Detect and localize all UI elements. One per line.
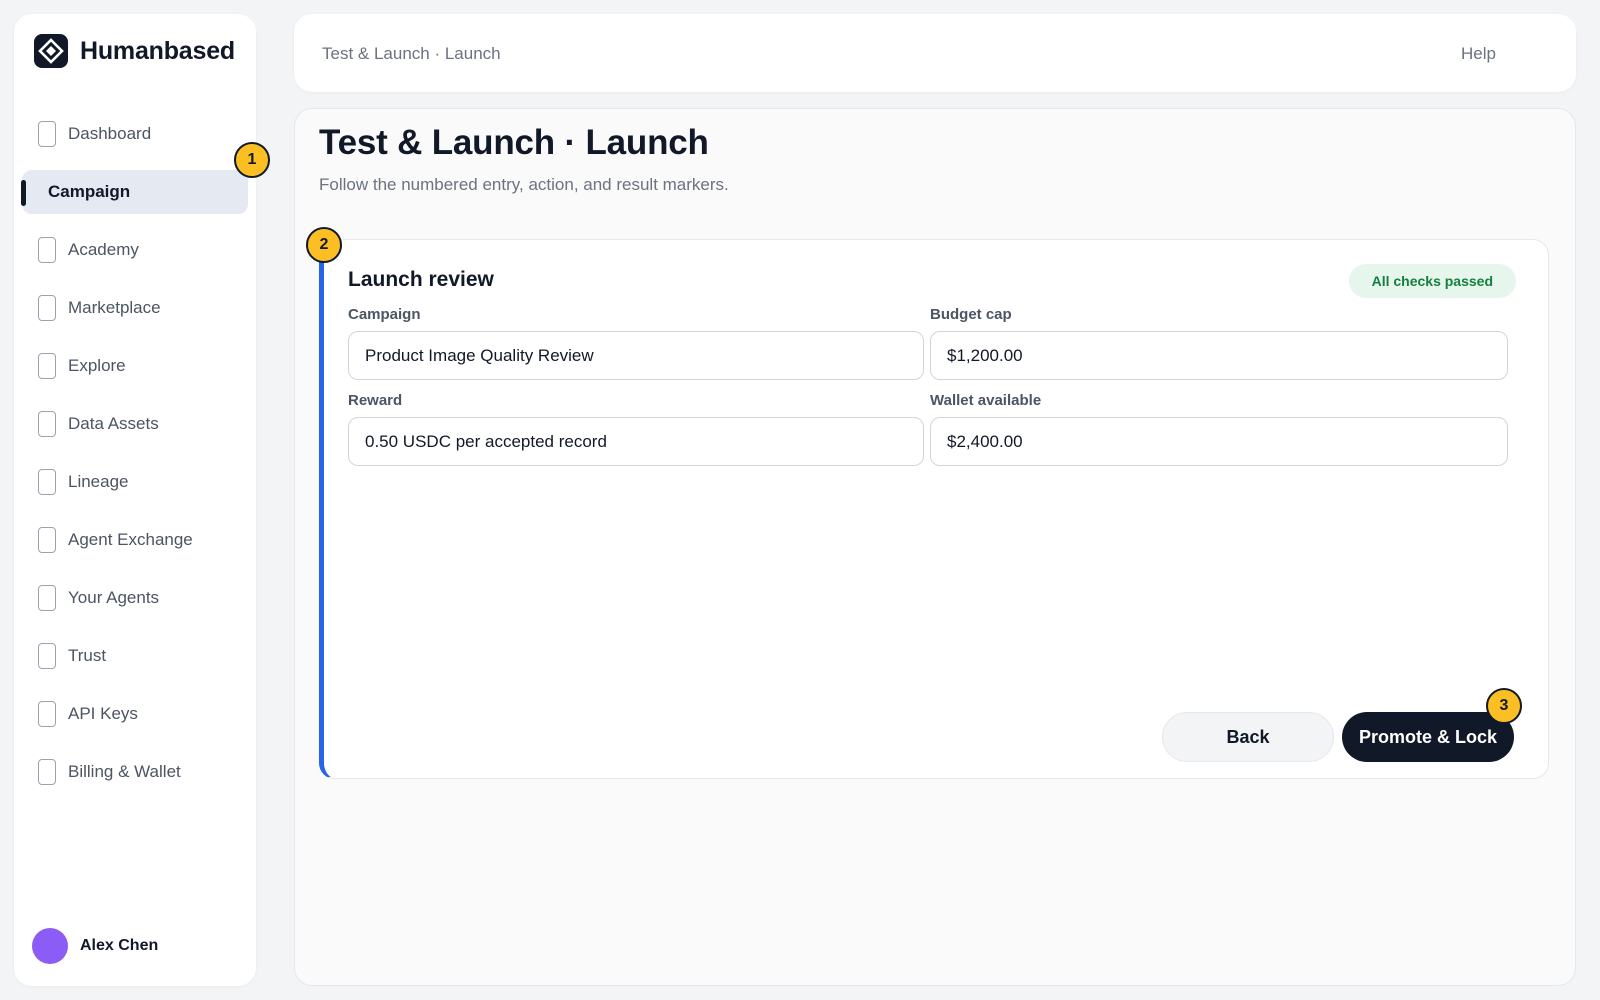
reward-label: Reward	[348, 392, 403, 409]
status-badge: All checks passed	[1348, 264, 1516, 298]
step-marker-2: 2	[306, 227, 342, 263]
campaign-field[interactable]: Product Image Quality Review	[348, 331, 924, 380]
sidebar-item-data-assets[interactable]: Data Assets	[22, 402, 248, 446]
brand-name: Humanbased	[80, 36, 235, 65]
sidebar-item-label: Trust	[68, 646, 107, 665]
sidebar-item-dashboard[interactable]: Dashboard	[22, 112, 248, 156]
sidebar-item-label: Academy	[68, 240, 139, 259]
sidebar-nav: Dashboard Campaign Academy Marketplace Explo…	[14, 112, 256, 808]
brand[interactable]: Humanbased	[34, 34, 235, 68]
sidebar-item-explore[interactable]: Explore	[22, 344, 248, 388]
sidebar-item-trust[interactable]: Trust	[22, 634, 248, 678]
sidebar-item-api-keys[interactable]: API Keys	[22, 692, 248, 736]
page-icon	[38, 353, 56, 379]
step-marker-3: 3	[1486, 688, 1522, 724]
help-link[interactable]: Help	[1461, 44, 1496, 64]
page-icon	[38, 121, 56, 147]
wallet-available-field[interactable]: $2,400.00	[930, 417, 1508, 466]
sidebar-item-academy[interactable]: Academy	[22, 228, 248, 272]
sidebar-item-your-agents[interactable]: Your Agents	[22, 576, 248, 620]
sidebar-item-label: Dashboard	[68, 124, 152, 143]
reward-field[interactable]: 0.50 USDC per accepted record	[348, 417, 924, 466]
page-icon	[38, 411, 56, 437]
page-icon	[38, 701, 56, 727]
budget-cap-field[interactable]: $1,200.00	[930, 331, 1508, 380]
sidebar-item-label: Data Assets	[68, 414, 159, 433]
sidebar-item-label: API Keys	[68, 704, 138, 723]
promote-lock-button[interactable]: Promote & Lock	[1342, 712, 1514, 762]
sidebar-item-label: Explore	[68, 356, 126, 375]
page-title: Test & Launch · Launch	[319, 123, 709, 162]
budget-cap-label: Budget cap	[930, 306, 1012, 323]
sidebar-item-label: Agent Exchange	[68, 530, 193, 549]
page-icon	[38, 469, 56, 495]
sidebar-item-label: Your Agents	[68, 588, 160, 607]
sidebar-item-marketplace[interactable]: Marketplace	[22, 286, 248, 330]
sidebar-item-agent-exchange[interactable]: Agent Exchange	[22, 518, 248, 562]
sidebar: Humanbased Dashboard Campaign Academy Marke…	[14, 14, 270, 986]
sidebar-item-label: Lineage	[68, 472, 129, 491]
page-icon	[38, 237, 56, 263]
back-button[interactable]: Back	[1162, 712, 1334, 762]
sidebar-item-label: Campaign	[48, 182, 131, 201]
page-icon	[38, 643, 56, 669]
page-icon	[38, 585, 56, 611]
page-icon	[38, 295, 56, 321]
launch-review-card: Launch review All checks passed Campaign…	[306, 227, 1549, 779]
breadcrumb: Test & Launch · Launch	[322, 44, 501, 63]
page-icon	[38, 527, 56, 553]
main-content: Test & Launch · Launch Follow the number…	[294, 108, 1576, 986]
campaign-label: Campaign	[348, 306, 421, 323]
user-name: Alex Chen	[80, 937, 159, 954]
sidebar-item-label: Marketplace	[68, 298, 161, 317]
page-icon	[38, 759, 56, 785]
user-profile[interactable]: Alex Chen	[32, 928, 158, 964]
sidebar-item-campaign[interactable]: Campaign	[21, 170, 248, 214]
step-marker-1: 1	[234, 142, 270, 178]
active-indicator	[21, 180, 26, 206]
avatar	[32, 928, 68, 964]
sidebar-item-label: Billing & Wallet	[68, 762, 181, 781]
sidebar-item-billing-and-wallet[interactable]: Billing & Wallet	[22, 750, 248, 794]
sidebar-item-lineage[interactable]: Lineage	[22, 460, 248, 504]
topbar: Test & Launch · Launch Help	[294, 14, 1576, 92]
page-subtitle: Follow the numbered entry, action, and r…	[319, 175, 729, 194]
card-title: Launch review	[348, 268, 494, 291]
diamond-logo-icon	[34, 34, 68, 68]
wallet-available-label: Wallet available	[930, 392, 1042, 409]
